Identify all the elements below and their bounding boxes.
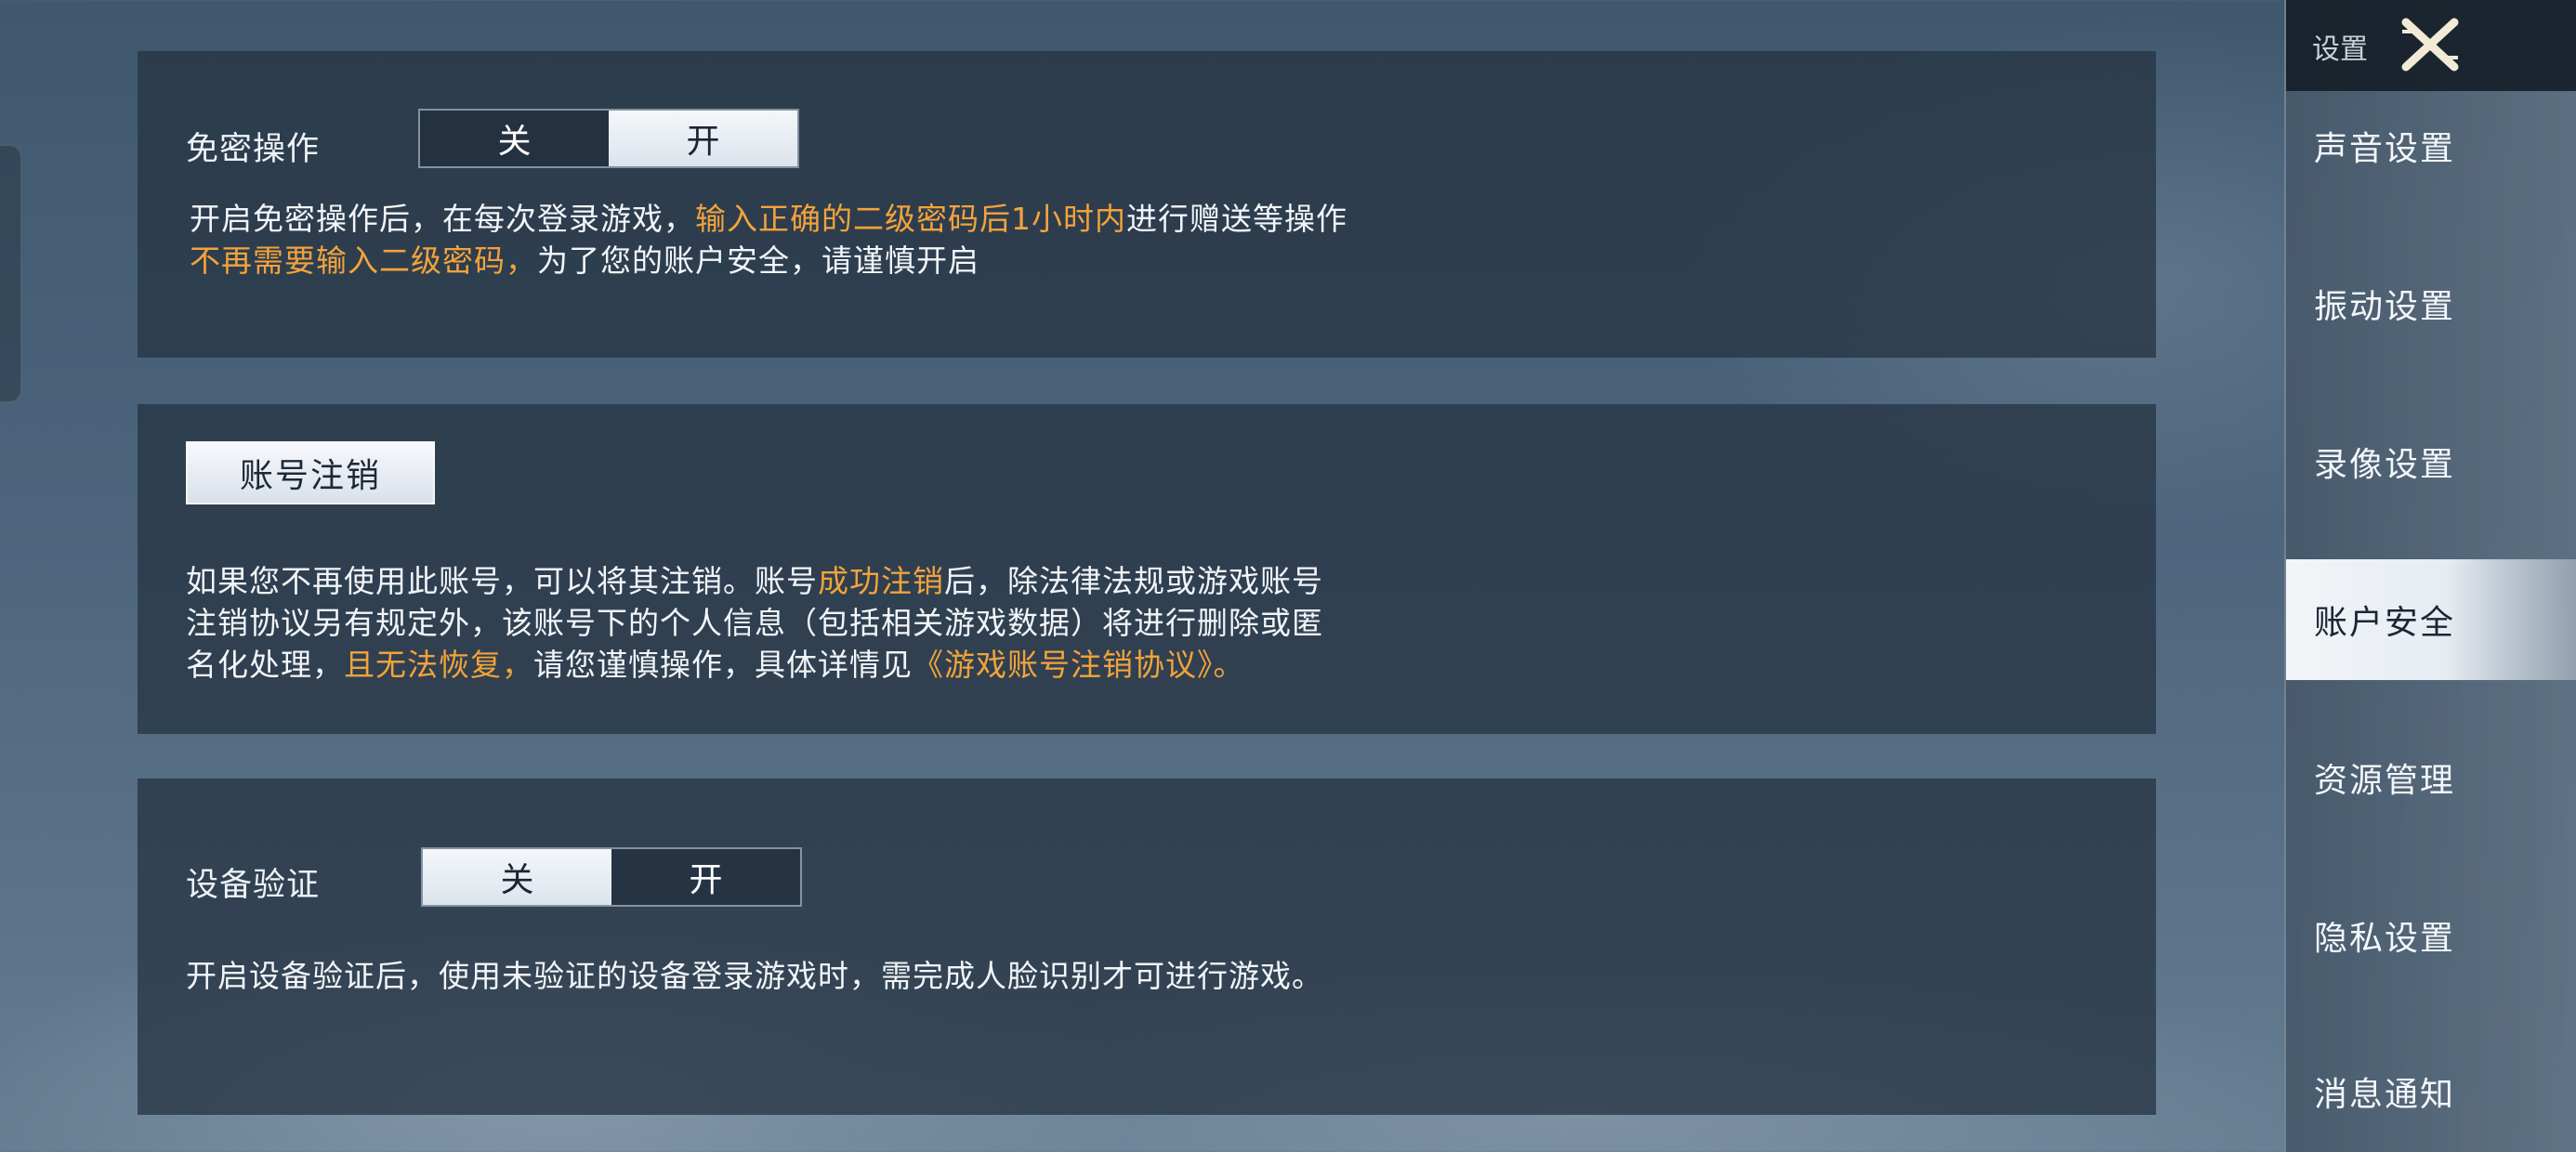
side-drawer-handle[interactable]	[0, 144, 22, 403]
deact-desc-2: 注销协议另有规定外，该账号下的个人信息（包括相关游戏数据）将进行删除或匿	[186, 605, 1323, 641]
sidebar-title: 设置	[2312, 33, 2368, 66]
passwordless-desc-2b: 为了您的账户安全，请谨慎开启	[537, 242, 979, 279]
device-verify-description: 开启设备验证后，使用未验证的设备登录游戏时，需完成人脸识别才可进行游戏。	[186, 958, 1323, 994]
sidebar-item-notifications[interactable]: 消息通知	[2286, 1031, 2576, 1152]
passwordless-toggle: 关 开	[418, 109, 799, 168]
deactivate-account-button[interactable]: 账号注销	[186, 441, 435, 504]
passwordless-panel: 免密操作 关 开 开启免密操作后，在每次登录游戏，输入正确的二级密码后1小时内进…	[138, 51, 2156, 358]
sidebar-item-privacy[interactable]: 隐私设置	[2286, 875, 2576, 996]
deact-desc-3c: 请您谨慎操作，具体详情见	[533, 647, 913, 683]
deactivation-description: 如果您不再使用此账号，可以将其注销。账号成功注销后，除法律法规或游戏账号 注销协…	[186, 560, 1323, 686]
sidebar-item-account-security[interactable]: 账户安全	[2286, 559, 2576, 680]
deact-desc-1b: 成功注销	[818, 563, 944, 599]
passwordless-desc-1c: 进行赠送等操作	[1126, 201, 1347, 237]
passwordless-desc-1a: 开启免密操作后，在每次登录游戏，	[190, 201, 695, 237]
deact-desc-3b: 且无法恢复，	[344, 647, 533, 683]
sidebar-header: 设置	[2286, 0, 2576, 91]
passwordless-label: 免密操作	[186, 131, 321, 168]
sidebar-item-vibration[interactable]: 振动设置	[2286, 243, 2576, 364]
passwordless-description: 开启免密操作后，在每次登录游戏，输入正确的二级密码后1小时内进行赠送等操作 不再…	[190, 198, 1347, 281]
device-verify-toggle: 关 开	[421, 847, 802, 907]
deact-desc-1c: 后，除法律法规或游戏账号	[944, 563, 1323, 599]
passwordless-on-option[interactable]: 开	[609, 111, 797, 166]
device-verify-panel: 设备验证 关 开 开启设备验证后，使用未验证的设备登录游戏时，需完成人脸识别才可…	[138, 779, 2156, 1115]
settings-sidebar: 设置 声音设置 振动设置 录像设置 账户安全 资源管理 隐私设置 消息通知	[2284, 0, 2576, 1152]
sidebar-item-resources[interactable]: 资源管理	[2286, 717, 2576, 838]
deact-desc-3a: 名化处理，	[186, 647, 344, 683]
sidebar-item-sound[interactable]: 声音设置	[2286, 85, 2576, 206]
sidebar-item-recording[interactable]: 录像设置	[2286, 401, 2576, 522]
account-deactivation-panel: 账号注销 如果您不再使用此账号，可以将其注销。账号成功注销后，除法律法规或游戏账…	[138, 404, 2156, 734]
device-verify-on-option[interactable]: 开	[611, 849, 800, 905]
close-x-icon[interactable]	[2393, 13, 2467, 76]
passwordless-desc-1b: 输入正确的二级密码后1小时内	[695, 201, 1126, 237]
device-verify-off-option[interactable]: 关	[423, 849, 611, 905]
device-verify-label: 设备验证	[186, 867, 321, 904]
deactivation-agreement-link[interactable]: 《游戏账号注销协议》。	[913, 647, 1245, 683]
passwordless-desc-2a: 不再需要输入二级密码，	[190, 242, 537, 279]
deact-desc-1a: 如果您不再使用此账号，可以将其注销。账号	[186, 563, 818, 599]
passwordless-off-option[interactable]: 关	[420, 111, 609, 166]
